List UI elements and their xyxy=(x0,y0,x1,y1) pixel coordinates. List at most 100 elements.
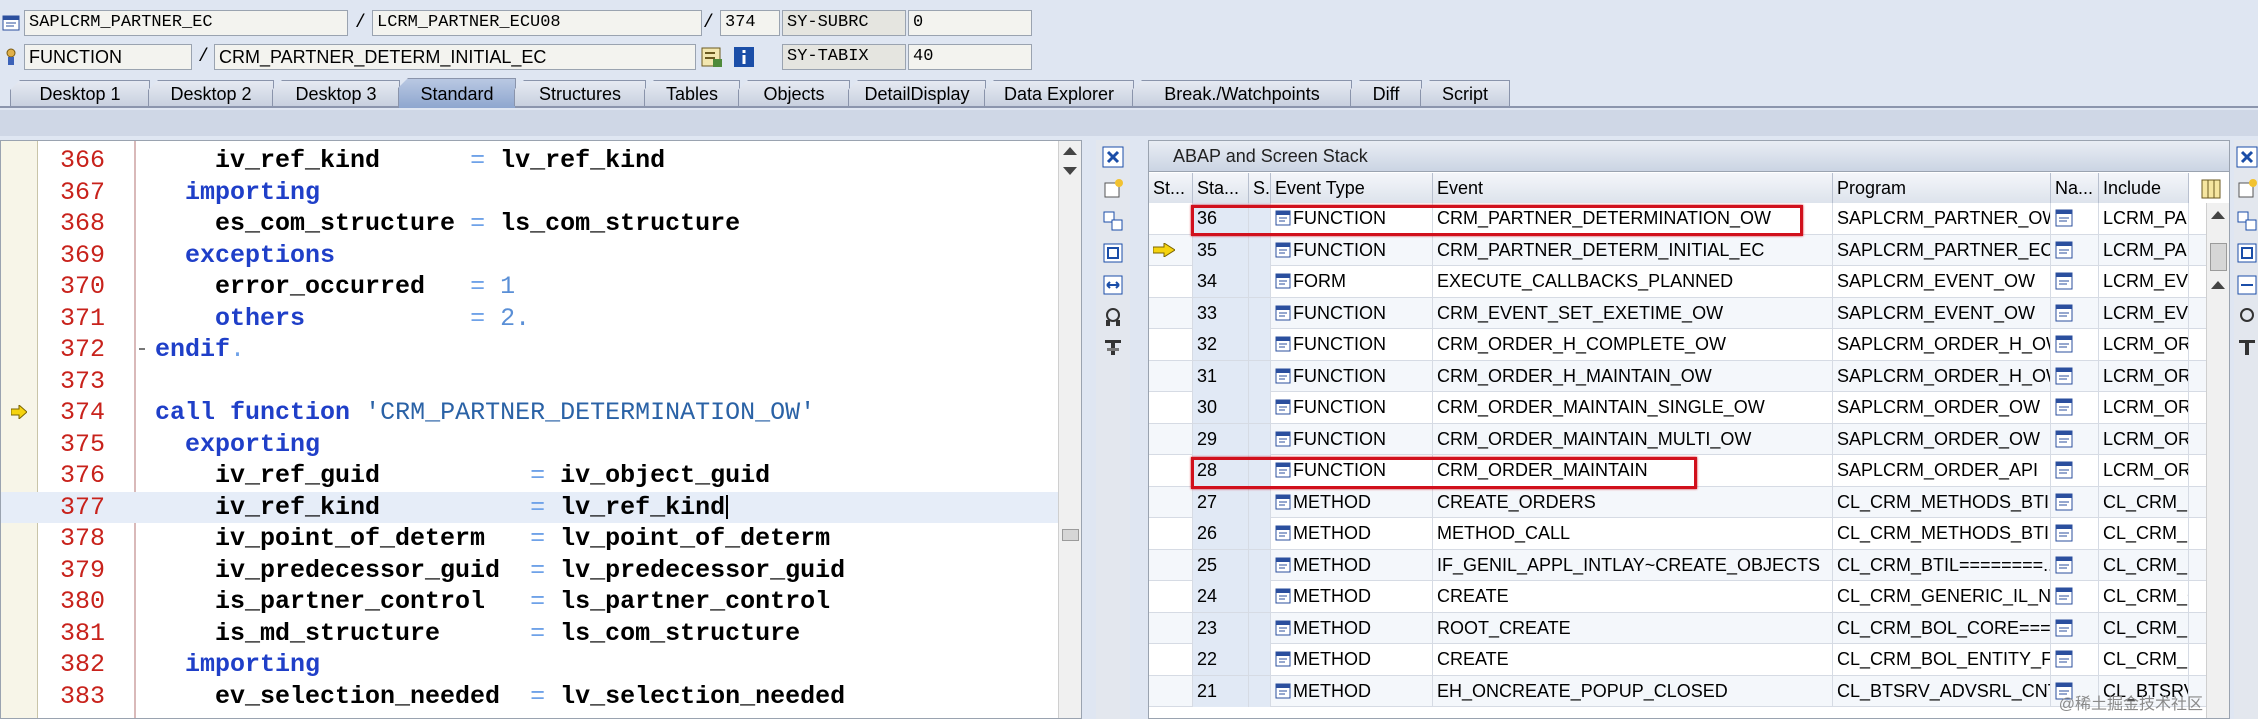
cell-event-type[interactable]: METHOD xyxy=(1271,549,1433,581)
cell-status[interactable] xyxy=(1149,297,1193,329)
scroll-thumb[interactable] xyxy=(1062,529,1079,541)
cell-navigate[interactable] xyxy=(2051,234,2099,266)
cell-include[interactable]: LCRM_ORD xyxy=(2099,392,2189,423)
cell-status[interactable] xyxy=(1149,203,1193,234)
code-line-current-statement[interactable]: 374 call function 'CRM_PARTNER_DETERMINA… xyxy=(1,397,1061,429)
line-number-field[interactable]: 374 xyxy=(720,10,780,36)
maximize-icon[interactable] xyxy=(1102,242,1124,264)
column-layout-icon[interactable] xyxy=(2201,179,2221,199)
cell-navigate[interactable] xyxy=(2051,423,2099,455)
cell-stack-level[interactable]: 33 xyxy=(1193,297,1249,329)
cell-s[interactable] xyxy=(1249,360,1271,392)
cell-stack-level[interactable]: 30 xyxy=(1193,392,1249,423)
sysvar-name-field[interactable]: SY-TABIX xyxy=(782,44,906,70)
navigate-source-icon[interactable] xyxy=(2055,524,2073,542)
cell-event[interactable]: CRM_PARTNER_DETERM_INITIAL_EC xyxy=(1433,234,1833,266)
navigate-source-icon[interactable] xyxy=(2055,461,2073,479)
cell-navigate[interactable] xyxy=(2051,329,2099,360)
stack-vertical-scrollbar[interactable] xyxy=(2206,203,2229,718)
cell-program[interactable]: CL_BTSRV_ADVSRL_CNT... xyxy=(1833,675,2051,707)
navigate-source-icon[interactable] xyxy=(2055,650,2073,668)
cell-event-type[interactable]: FUNCTION xyxy=(1271,423,1433,455)
cell-s[interactable] xyxy=(1249,486,1271,518)
maximize-icon[interactable] xyxy=(2236,242,2258,264)
cell-stack-level[interactable]: 31 xyxy=(1193,360,1249,392)
tab-breakpoints-watchpoints[interactable]: Break./Watchpoints xyxy=(1132,80,1352,106)
cell-s[interactable] xyxy=(1249,518,1271,549)
tab-desktop-2[interactable]: Desktop 2 xyxy=(148,80,274,106)
code-line[interactable]: 372 endif. xyxy=(1,334,1061,366)
cell-navigate[interactable] xyxy=(2051,203,2099,234)
tab-data-explorer[interactable]: Data Explorer xyxy=(984,80,1134,106)
services-icon[interactable] xyxy=(1102,306,1124,328)
cell-event[interactable]: IF_GENIL_APPL_INTLAY~CREATE_OBJECTS xyxy=(1433,549,1833,581)
cell-event-type[interactable]: FUNCTION xyxy=(1271,329,1433,360)
stack-row[interactable]: 22 METHOD CREATE CL_CRM_BOL_ENTITY_F... CL_C… xyxy=(1149,644,2209,676)
tab-objects[interactable]: Objects xyxy=(738,80,850,106)
stack-row[interactable]: 27 METHOD CREATE_ORDERS CL_CRM_METHODS_BTIL… xyxy=(1149,486,2209,518)
close-icon[interactable] xyxy=(2236,146,2258,168)
tab-standard[interactable]: Standard xyxy=(398,78,516,108)
cell-navigate[interactable] xyxy=(2051,581,2099,612)
code-line[interactable]: 379 iv_predecessor_guid = lv_predecessor… xyxy=(1,555,1061,587)
cell-navigate[interactable] xyxy=(2051,612,2099,644)
navigate-source-icon[interactable] xyxy=(2055,304,2073,322)
cell-stack-level[interactable]: 32 xyxy=(1193,329,1249,360)
cell-event[interactable]: CREATE xyxy=(1433,581,1833,612)
cell-status[interactable] xyxy=(1149,392,1193,423)
navigate-source-icon[interactable] xyxy=(2055,430,2073,448)
cell-include[interactable]: CL_CRM_B xyxy=(2099,644,2189,675)
code-line[interactable]: 378 iv_point_of_determ = lv_point_of_det… xyxy=(1,523,1061,555)
cell-event[interactable]: CRM_EVENT_SET_EXETIME_OW xyxy=(1433,297,1833,329)
program-field[interactable]: SAPLCRM_PARTNER_EC xyxy=(24,10,348,36)
cell-status[interactable] xyxy=(1149,612,1193,644)
cell-include[interactable]: CL_CRM_M xyxy=(2099,518,2189,549)
column-header-include[interactable]: Include xyxy=(2099,173,2189,203)
stack-row[interactable]: 32 FUNCTION CRM_ORDER_H_COMPLETE_OW SAPLCRM… xyxy=(1149,329,2209,361)
stack-row[interactable]: 30 FUNCTION CRM_ORDER_MAINTAIN_SINGLE_OW SA… xyxy=(1149,392,2209,424)
cell-status[interactable] xyxy=(1149,329,1193,360)
cell-s[interactable] xyxy=(1249,392,1271,423)
stack-row[interactable]: 26 METHOD METHOD_CALL CL_CRM_METHODS_BTIL..… xyxy=(1149,518,2209,550)
cell-stack-level[interactable]: 24 xyxy=(1193,581,1249,612)
cell-s[interactable] xyxy=(1249,423,1271,455)
column-header-stack-level[interactable]: Sta... xyxy=(1193,173,1249,203)
navigate-source-icon[interactable] xyxy=(2055,367,2073,385)
cell-program[interactable]: SAPLCRM_EVENT_OW xyxy=(1833,297,2051,329)
display-source-icon[interactable] xyxy=(700,45,724,69)
cell-stack-level[interactable]: 26 xyxy=(1193,518,1249,549)
stack-row[interactable]: 31 FUNCTION CRM_ORDER_H_MAINTAIN_OW SAPLCRM… xyxy=(1149,360,2209,392)
cell-stack-level[interactable]: 34 xyxy=(1193,266,1249,297)
cell-event[interactable]: CREATE_ORDERS xyxy=(1433,486,1833,518)
services-icon[interactable] xyxy=(2236,306,2258,328)
cell-include[interactable]: CL_CRM_B xyxy=(2099,612,2189,644)
cell-navigate[interactable] xyxy=(2051,549,2099,581)
cell-s[interactable] xyxy=(1249,297,1271,329)
new-tool-icon[interactable] xyxy=(1102,178,1124,200)
column-header-event-type[interactable]: Event Type xyxy=(1271,173,1433,203)
include-field[interactable]: LCRM_PARTNER_ECU08 xyxy=(372,10,702,36)
cell-program[interactable]: SAPLCRM_ORDER_OW xyxy=(1833,392,2051,423)
cell-include[interactable]: LCRM_ORD xyxy=(2099,455,2189,486)
cell-event-type[interactable]: METHOD xyxy=(1271,612,1433,644)
code-vertical-scrollbar[interactable] xyxy=(1058,141,1081,718)
cell-navigate[interactable] xyxy=(2051,455,2099,486)
cell-event[interactable]: ROOT_CREATE xyxy=(1433,612,1833,644)
cell-program[interactable]: SAPLCRM_EVENT_OW xyxy=(1833,266,2051,297)
cell-event-type[interactable]: METHOD xyxy=(1271,675,1433,707)
cell-include[interactable]: LCRM_ORD xyxy=(2099,329,2189,360)
cell-status[interactable] xyxy=(1149,675,1193,707)
cell-s[interactable] xyxy=(1249,612,1271,644)
cell-event[interactable]: CRM_ORDER_H_MAINTAIN_OW xyxy=(1433,360,1833,392)
cell-include[interactable]: LCRM_ORD xyxy=(2099,360,2189,392)
sysvar-value-field[interactable]: 40 xyxy=(908,44,1032,70)
source-code-editor[interactable]: 366 iv_ref_kind = lv_ref_kind 367 import… xyxy=(0,140,1082,719)
code-line[interactable]: 366 iv_ref_kind = lv_ref_kind xyxy=(1,145,1061,177)
code-line[interactable]: 382 importing xyxy=(1,649,1061,681)
cell-status[interactable] xyxy=(1149,549,1193,581)
tab-desktop-1[interactable]: Desktop 1 xyxy=(10,80,150,106)
cell-status[interactable] xyxy=(1149,360,1193,392)
cell-event[interactable]: CREATE xyxy=(1433,644,1833,675)
code-line[interactable]: 373 xyxy=(1,366,1061,398)
sysvar-name-field[interactable]: SY-SUBRC xyxy=(782,10,906,36)
